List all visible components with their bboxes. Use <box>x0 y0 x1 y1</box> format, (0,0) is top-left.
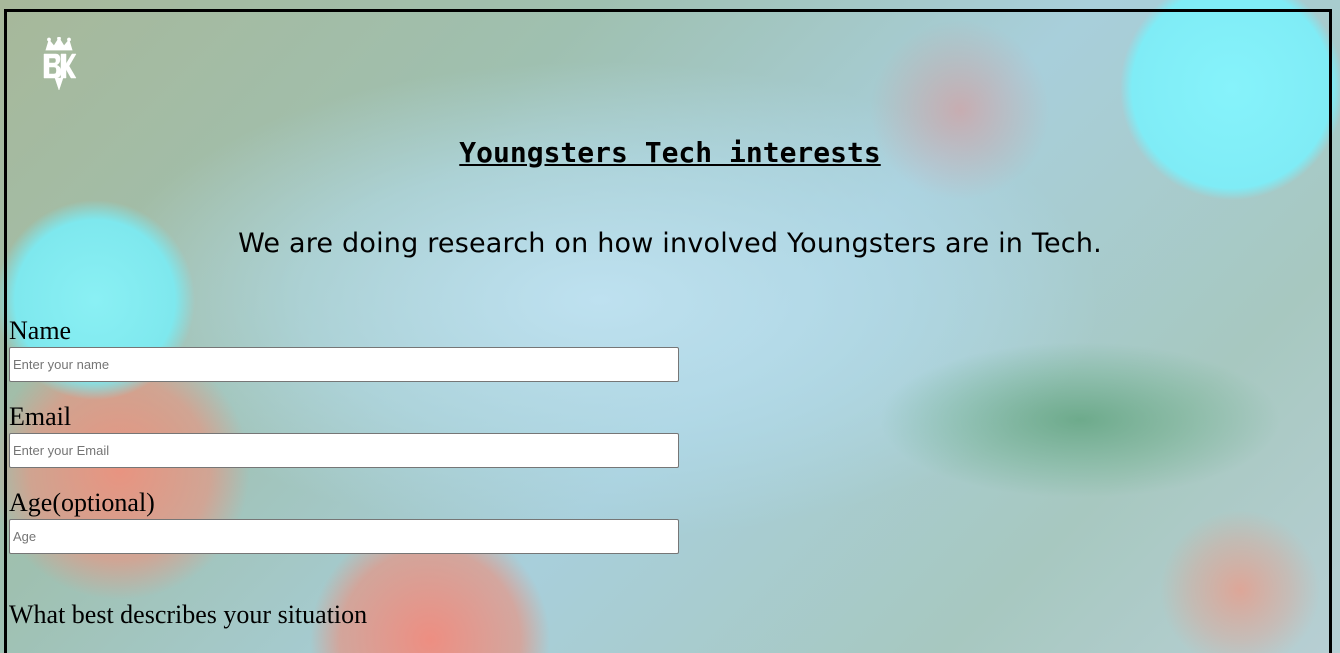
name-label: Name <box>9 316 72 345</box>
form-frame <box>4 9 1332 653</box>
page-background: Youngsters Tech interests We are doing r… <box>0 0 1340 653</box>
situation-question-label: What best describes your situation <box>9 600 368 629</box>
crown-bk-logo-icon <box>40 36 78 93</box>
name-input[interactable] <box>9 347 679 382</box>
page-description: We are doing research on how involved Yo… <box>238 228 1102 259</box>
email-input[interactable] <box>9 433 679 468</box>
age-input[interactable] <box>9 519 679 554</box>
age-label: Age(optional) <box>9 488 155 517</box>
page-title: Youngsters Tech interests <box>459 136 881 169</box>
email-label: Email <box>9 402 72 431</box>
